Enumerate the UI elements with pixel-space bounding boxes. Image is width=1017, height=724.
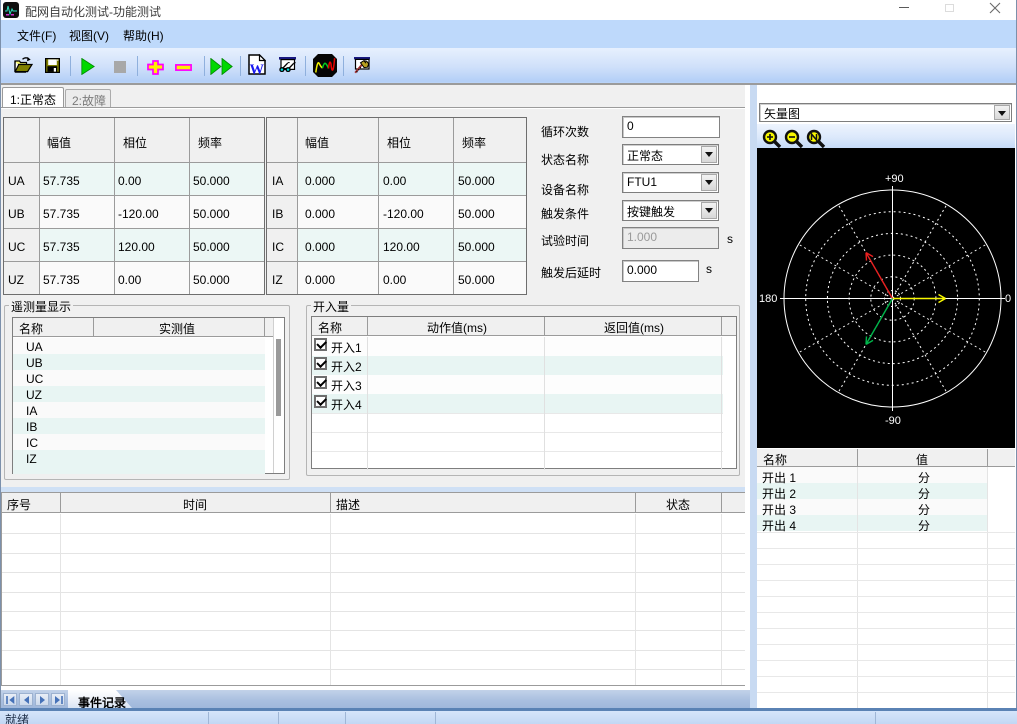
svg-text:180: 180 <box>759 293 777 305</box>
svg-text:W: W <box>250 62 265 75</box>
svg-text:-90: -90 <box>885 415 901 427</box>
svg-text:+90: +90 <box>885 173 904 185</box>
svg-text:0: 0 <box>1005 293 1011 305</box>
